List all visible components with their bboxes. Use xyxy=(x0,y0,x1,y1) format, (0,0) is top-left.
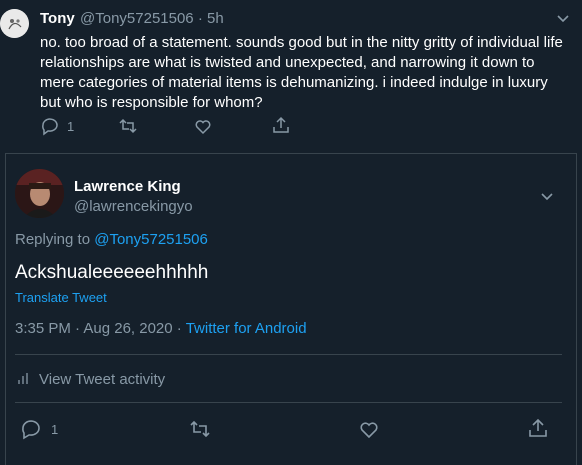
chevron-down-icon[interactable] xyxy=(554,9,572,27)
author-handle-time: @Tony57251506 · 5h xyxy=(80,10,224,27)
replying-to: Replying to @Tony57251506 xyxy=(15,231,208,248)
replying-to-label: Replying to xyxy=(15,231,91,248)
reply-icon[interactable] xyxy=(40,116,60,136)
activity-icon xyxy=(15,370,33,388)
avatar-tony[interactable] xyxy=(0,9,29,38)
divider xyxy=(15,402,562,403)
tweet-date[interactable]: 3:35 PM · Aug 26, 2020 xyxy=(15,320,173,337)
translate-tweet-link[interactable]: Translate Tweet xyxy=(15,290,107,305)
avatar-lawrence[interactable] xyxy=(15,169,64,218)
reply-count: 1 xyxy=(51,422,59,437)
tweet-time[interactable]: 5h xyxy=(207,10,224,27)
tweet-meta: 3:35 PM · Aug 26, 2020 · Twitter for And… xyxy=(15,320,307,337)
tweet-text: Ackshualeeeeeehhhhh xyxy=(15,262,209,283)
share-icon[interactable] xyxy=(271,115,291,135)
retweet-icon[interactable] xyxy=(189,418,211,440)
like-icon[interactable] xyxy=(193,116,213,136)
share-icon[interactable] xyxy=(527,417,549,439)
view-tweet-activity-link[interactable]: View Tweet activity xyxy=(39,371,165,388)
reply-count: 1 xyxy=(67,119,75,134)
replying-to-handle[interactable]: @Tony57251506 xyxy=(94,231,208,248)
retweet-icon[interactable] xyxy=(118,116,138,136)
like-icon[interactable] xyxy=(358,418,380,440)
reply-icon[interactable] xyxy=(20,418,42,440)
author-handle[interactable]: @Tony57251506 xyxy=(80,10,194,27)
divider xyxy=(15,354,562,355)
tweet-source[interactable]: Twitter for Android xyxy=(186,320,307,337)
author-name[interactable]: Lawrence King xyxy=(74,178,181,195)
author-name[interactable]: Tony xyxy=(40,10,75,27)
chevron-down-icon[interactable] xyxy=(538,187,556,205)
author-handle[interactable]: @lawrencekingyo xyxy=(74,198,193,215)
separator: · xyxy=(172,320,186,337)
separator: · xyxy=(197,10,203,27)
tweet-text: no. too broad of a statement. sounds goo… xyxy=(40,34,563,111)
